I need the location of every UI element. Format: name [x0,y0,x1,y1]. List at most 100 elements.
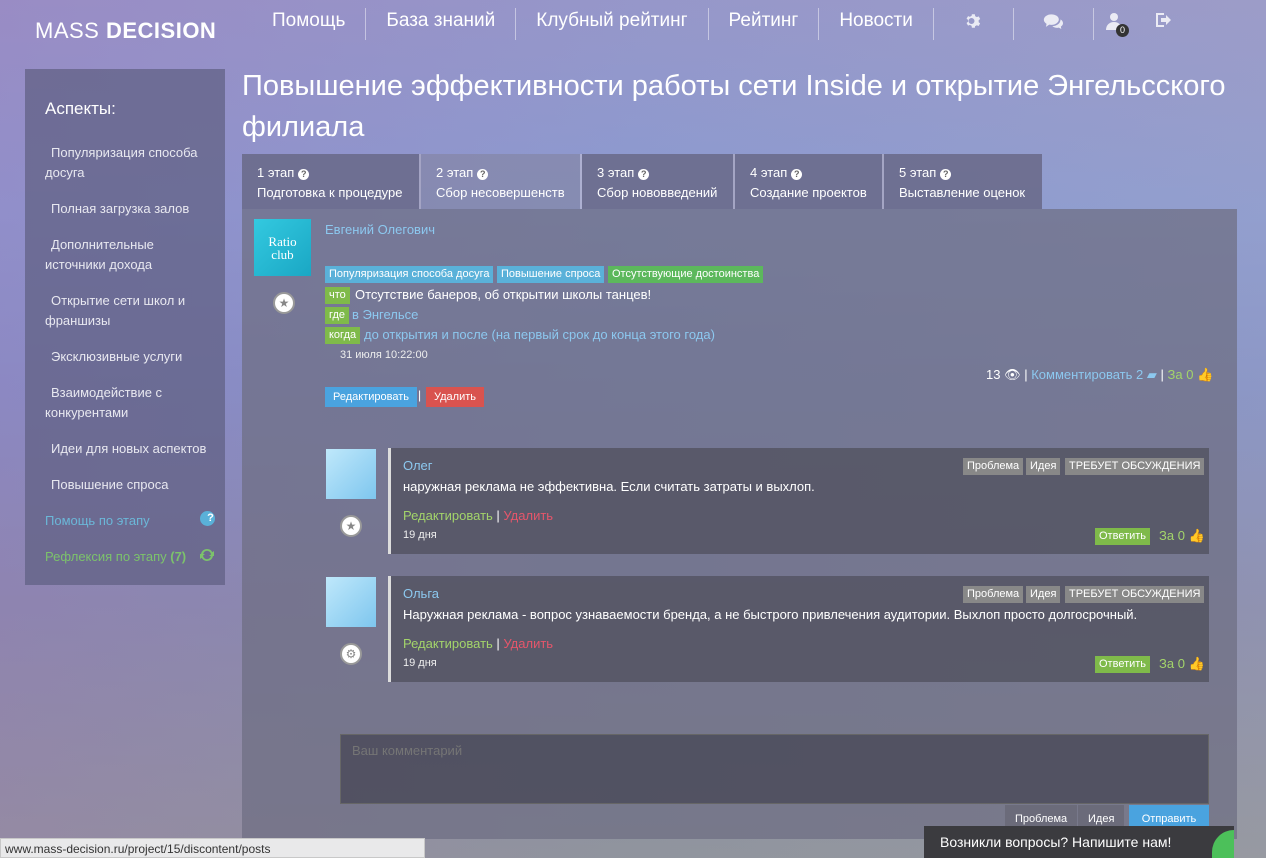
question-icon[interactable]: ? [940,169,952,180]
post-tag: Популяризация способа досуга [325,266,494,283]
comment-tag-idea[interactable]: Идея [1026,586,1061,603]
comment-tag-problem[interactable]: Проблема [963,586,1024,603]
comment-link[interactable]: Комментировать 2 ▰ [1031,367,1157,382]
comment-card: Ольга Проблема Идея ТРЕБУЕТ ОБСУЖДЕНИЯ Н… [388,576,1209,682]
commenter-avatar[interactable] [326,449,376,499]
edit-post-button[interactable]: Редактировать [325,387,417,407]
tab-stage-3[interactable]: 3 этап? Сбор нововведений [582,154,735,209]
tab-step: 3 этап [597,165,635,180]
comment-icon: ▰ [1146,367,1157,382]
comment-card: Олег Проблема Идея ТРЕБУЕТ ОБСУЖДЕНИЯ на… [388,448,1209,554]
vote-button[interactable]: За 0 👍 [1168,367,1214,382]
comment-author[interactable]: Ольга [403,586,439,601]
page-title: Повышение эффективности работы сети Insi… [242,70,1226,143]
comment-tag-discussion[interactable]: ТРЕБУЕТ ОБСУЖДЕНИЯ [1065,586,1205,603]
stage-help-link[interactable]: Помощь по этапу ? [45,511,215,531]
nav-rating[interactable]: Рейтинг [709,8,820,40]
question-icon[interactable]: ? [791,169,803,180]
reflection-count: (7) [170,549,187,564]
reply-button[interactable]: Ответить [1095,528,1151,545]
tab-step: 5 этап [899,165,937,180]
sidebar-item-label: Популяризация способа досуга [45,145,198,180]
nav-club-rating[interactable]: Клубный рейтинг [516,8,709,40]
edit-comment-link[interactable]: Редактировать [403,636,493,651]
nav-knowledge-base[interactable]: База знаний [366,8,517,40]
sidebar-item-competitors[interactable]: Взаимодействие с конкурентами [45,383,215,423]
stage-reflection-label: Рефлексия по этапу [45,549,167,564]
logo-light: MASS [35,18,106,43]
stage-reflection-link[interactable]: Рефлексия по этапу (7) [45,547,215,567]
tab-label: Выставление оценок [899,185,1026,200]
refresh-icon [200,548,214,562]
delete-comment-link[interactable]: Удалить [503,636,553,651]
sidebar-item-extra-income[interactable]: Дополнительные источники дохода [45,235,215,275]
post-what: Отсутствие банеров, об открытии школы та… [355,287,652,302]
nav-help[interactable]: Помощь [252,8,367,40]
question-icon: ? [200,511,215,526]
comment-tag-idea[interactable]: Идея [1026,458,1061,475]
site-logo[interactable]: MASS DECISION [35,18,216,44]
chat-icon [1044,14,1064,29]
thumbs-up-icon: 👍 [1188,656,1205,671]
vote-label: За 0 [1159,656,1185,671]
author-avatar[interactable]: Ratio club [254,219,311,276]
post-author[interactable]: Евгений Олегович [325,222,435,237]
where-label: где [325,307,350,324]
nav-news[interactable]: Новости [819,8,934,40]
sidebar-item-school-network[interactable]: Открытие сети школ и франшизы [45,291,215,331]
comment-vote-button[interactable]: За 0 👍 [1159,528,1205,544]
tab-stage-4[interactable]: 4 этап? Создание проектов [735,154,884,209]
logout-icon[interactable] [1155,12,1174,28]
gear-badge-icon[interactable]: ⚙ [340,643,362,665]
sidebar-item-full-load[interactable]: Полная загрузка залов [45,199,215,219]
delete-post-button[interactable]: Удалить [426,387,484,407]
tab-stage-5[interactable]: 5 этап? Выставление оценок [884,154,1042,209]
aspects-sidebar: Аспекты: Популяризация способа досуга По… [25,69,225,585]
thumbs-up-icon: 👍 [1188,528,1205,543]
settings-button[interactable] [934,8,1014,40]
sidebar-item-exclusive[interactable]: Эксклюзивные услуги [45,347,215,367]
tab-label: Создание проектов [750,185,867,200]
favorite-star-icon[interactable]: ★ [273,292,295,314]
comment-date: 19 дня [403,657,437,669]
edit-comment-link[interactable]: Редактировать [403,508,493,523]
post-tag: Повышение спроса [497,266,605,283]
comment-link-label: Комментировать 2 [1031,367,1144,382]
thumbs-up-icon: 👍 [1197,367,1214,382]
sidebar-item-label: Полная загрузка залов [51,201,190,216]
reply-button[interactable]: Ответить [1095,656,1151,673]
vote-label: За 0 [1159,528,1185,543]
sidebar-item-demand[interactable]: Повышение спроса [45,475,215,495]
question-icon[interactable]: ? [638,169,650,180]
comment-text: Наружная реклама - вопрос узнаваемости б… [403,607,1138,622]
comment-actions: Редактировать | Удалить [403,508,554,523]
messages-button[interactable] [1014,8,1094,40]
comment-author[interactable]: Олег [403,458,433,473]
post-when: до открытия и после (на первый срок до к… [364,327,715,342]
comment-tag-problem[interactable]: Проблема [963,458,1024,475]
tab-label: Сбор нововведений [597,185,718,200]
tab-stage-1[interactable]: 1 этап? Подготовка к процедуре [242,154,421,209]
eye-icon: 👁 [1004,367,1021,382]
delete-comment-link[interactable]: Удалить [503,508,553,523]
tab-stage-2[interactable]: 2 этап? Сбор несовершенств [421,154,582,209]
sidebar-item-label: Эксклюзивные услуги [51,349,183,364]
favorite-star-icon[interactable]: ★ [340,515,362,537]
sidebar-item-popularization[interactable]: Популяризация способа досуга [45,143,215,183]
top-nav: Помощь База знаний Клубный рейтинг Рейти… [252,8,1174,40]
post-where: в Энгельсе [352,307,419,322]
question-icon[interactable]: ? [477,169,489,180]
question-icon[interactable]: ? [298,169,310,180]
chat-widget[interactable]: Возникли вопросы? Напишите нам! [924,826,1234,858]
avatar-text: club [271,246,294,262]
sidebar-item-label: Повышение спроса [51,477,169,492]
stage-tabs: 1 этап? Подготовка к процедуре 2 этап? Сбо… [242,154,1042,209]
comment-tag-discussion[interactable]: ТРЕБУЕТ ОБСУЖДЕНИЯ [1065,458,1205,475]
comment-vote-button[interactable]: За 0 👍 [1159,656,1205,672]
sidebar-item-new-ideas[interactable]: Идеи для новых аспектов [45,439,215,459]
comment-date: 19 дня [403,529,437,541]
commenter-avatar[interactable] [326,577,376,627]
comment-input[interactable] [340,734,1209,804]
sidebar-item-label: Открытие сети школ и франшизы [45,293,186,328]
post-tag: Отсутствующие достоинства [608,266,764,283]
